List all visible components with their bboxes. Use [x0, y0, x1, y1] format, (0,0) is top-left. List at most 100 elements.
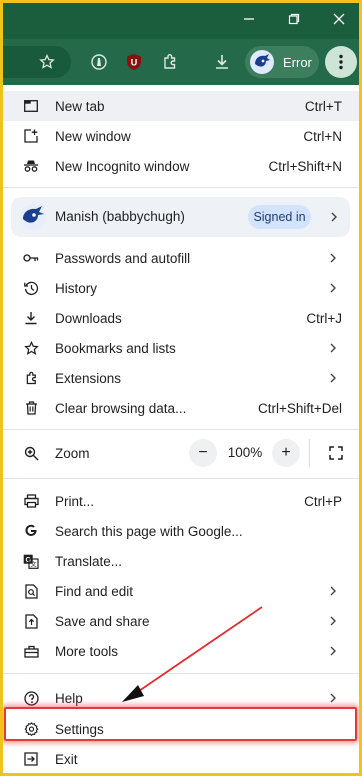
- divider: [3, 187, 359, 188]
- menu-item-downloads[interactable]: Downloads Ctrl+J: [3, 303, 359, 333]
- close-icon[interactable]: [329, 11, 349, 31]
- menu-item-bookmarks[interactable]: Bookmarks and lists: [3, 333, 359, 363]
- zoom-out-button[interactable]: −: [189, 439, 217, 467]
- menu-label: Bookmarks and lists: [55, 340, 176, 356]
- signed-in-badge: Signed in: [248, 205, 311, 229]
- menu-item-save-share[interactable]: Save and share: [3, 606, 359, 636]
- minimize-icon[interactable]: [239, 11, 259, 31]
- menu-item-find-edit[interactable]: Find and edit: [3, 576, 359, 606]
- avatar: [20, 204, 46, 230]
- browser-window: U Error New tab Ctrl+T New window Ctrl+N: [3, 3, 359, 773]
- menu-label: New tab: [55, 98, 105, 114]
- translate-icon: G文: [23, 553, 39, 569]
- divider: [3, 673, 359, 674]
- menu-label: Help: [55, 690, 83, 706]
- menu-label: History: [55, 280, 98, 296]
- zoom-in-button[interactable]: +: [272, 439, 300, 467]
- divider: [3, 478, 359, 479]
- download-icon[interactable]: [211, 51, 233, 73]
- fullscreen-icon: [329, 446, 343, 460]
- menu-item-new-tab[interactable]: New tab Ctrl+T: [3, 91, 359, 121]
- kebab-menu-button[interactable]: [325, 46, 357, 78]
- chevron-right-icon: [330, 586, 336, 596]
- zoom-icon: [23, 445, 39, 461]
- shortcut: Ctrl+T: [304, 98, 342, 114]
- ublock-icon[interactable]: U: [123, 51, 145, 73]
- menu-label: Extensions: [55, 370, 122, 386]
- shortcut: Ctrl+J: [306, 310, 342, 326]
- toolbar: U Error: [3, 39, 359, 85]
- menu-item-print[interactable]: Print... Ctrl+P: [3, 486, 359, 516]
- menu-label: Clear browsing data...: [55, 400, 187, 416]
- menu-label: Exit: [55, 751, 78, 767]
- chevron-right-icon: [330, 693, 336, 703]
- menu-item-clear-browsing-data[interactable]: Clear browsing data... Ctrl+Shift+Del: [3, 393, 359, 423]
- new-tab-icon: [23, 98, 39, 114]
- chevron-right-icon: [330, 283, 336, 293]
- shortcut: Ctrl+Shift+Del: [257, 400, 342, 416]
- profile-name: Manish (babbychugh): [55, 209, 185, 224]
- menu-item-passwords[interactable]: Passwords and autofill: [3, 243, 359, 273]
- menu-item-help[interactable]: Help: [3, 683, 359, 713]
- profile-error-label: Error: [283, 54, 312, 70]
- star-icon[interactable]: [36, 51, 58, 73]
- menu-label: Print...: [55, 493, 95, 509]
- star-icon: [23, 340, 39, 356]
- fullscreen-button[interactable]: [322, 439, 350, 467]
- menu-label: More tools: [55, 643, 119, 659]
- help-icon: [23, 690, 39, 706]
- google-icon: [23, 523, 39, 539]
- kebab-icon: [339, 54, 343, 70]
- shortcut: Ctrl+Shift+N: [268, 158, 342, 174]
- menu-item-search-google[interactable]: Search this page with Google...: [3, 516, 359, 546]
- title-bar: [3, 3, 359, 39]
- profile-row[interactable]: Manish (babbychugh) Signed in: [11, 197, 350, 237]
- save-share-icon: [23, 613, 39, 629]
- menu-label: Find and edit: [55, 583, 134, 599]
- menu-item-new-window[interactable]: New window Ctrl+N: [3, 121, 359, 151]
- toolbox-icon: [23, 643, 39, 659]
- extensions-icon: [23, 370, 39, 386]
- history-icon: [23, 280, 39, 296]
- menu-label: Passwords and autofill: [55, 250, 191, 266]
- maximize-icon[interactable]: [284, 11, 304, 31]
- key-icon: [23, 250, 39, 266]
- menu-label: New Incognito window: [55, 158, 190, 174]
- new-window-icon: [23, 128, 39, 144]
- svg-text:文: 文: [30, 560, 36, 568]
- chevron-right-icon: [331, 212, 337, 222]
- menu-item-zoom: Zoom: [3, 438, 359, 468]
- menu-item-new-incognito[interactable]: New Incognito window Ctrl+Shift+N: [3, 151, 359, 181]
- chevron-right-icon: [330, 646, 336, 656]
- chrome-main-menu: New tab Ctrl+T New window Ctrl+N New Inc…: [3, 85, 359, 773]
- chevron-right-icon: [330, 343, 336, 353]
- chevron-right-icon: [330, 253, 336, 263]
- profile-error-button[interactable]: Error: [245, 46, 319, 78]
- zoom-level: 100%: [227, 445, 263, 460]
- menu-label: Save and share: [55, 613, 150, 629]
- incognito-icon: [23, 158, 39, 174]
- divider: [3, 429, 359, 430]
- menu-label: Search this page with Google...: [55, 523, 243, 539]
- menu-item-settings[interactable]: Settings: [3, 714, 359, 744]
- chevron-right-icon: [330, 616, 336, 626]
- menu-item-more-tools[interactable]: More tools: [3, 636, 359, 666]
- menu-item-translate[interactable]: G文 Translate...: [3, 546, 359, 576]
- menu-item-extensions[interactable]: Extensions: [3, 363, 359, 393]
- menu-label: Downloads: [55, 310, 122, 326]
- menu-label: Zoom: [55, 445, 90, 461]
- lighthouse-icon[interactable]: [88, 51, 110, 73]
- trash-icon: [23, 400, 39, 416]
- menu-item-history[interactable]: History: [3, 273, 359, 303]
- menu-item-exit[interactable]: Exit: [3, 744, 359, 773]
- menu-label: New window: [55, 128, 131, 144]
- svg-text:U: U: [131, 58, 138, 68]
- extensions-icon[interactable]: [159, 51, 181, 73]
- avatar: [250, 50, 274, 74]
- exit-icon: [23, 751, 39, 767]
- download-icon: [23, 310, 39, 326]
- print-icon: [23, 493, 39, 509]
- shortcut: Ctrl+N: [303, 128, 342, 144]
- chevron-right-icon: [330, 373, 336, 383]
- find-icon: [23, 583, 39, 599]
